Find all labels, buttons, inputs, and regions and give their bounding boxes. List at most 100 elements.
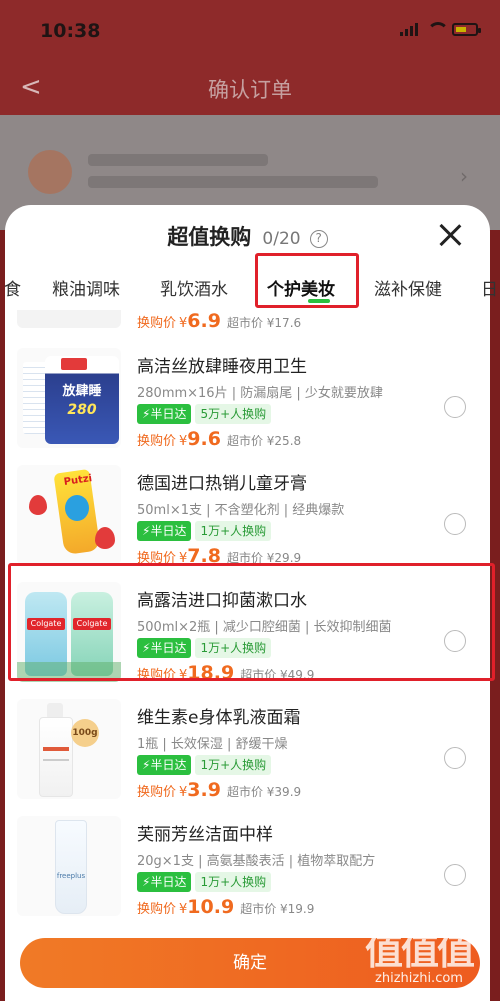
price-label: 换购价 xyxy=(137,434,177,449)
wifi-icon xyxy=(426,22,449,36)
close-icon[interactable] xyxy=(438,223,462,247)
market-price: 超市价 ¥29.9 xyxy=(226,551,302,565)
nav-bar: < 确认订单 xyxy=(0,60,500,115)
select-radio[interactable] xyxy=(444,630,466,652)
price-row: 换购价 ¥ 18.9 超市价 ¥49.9 xyxy=(137,662,314,684)
currency: ¥ xyxy=(179,668,188,683)
currency: ¥ xyxy=(179,316,188,331)
list-item[interactable]: freeplus 芙丽芳丝洁面中样 20g×1支 | 高氨基酸表活 | 植物萃取… xyxy=(0,806,500,922)
tags: ⚡半日达 1万+人换购 xyxy=(137,872,272,892)
blurred-line xyxy=(88,176,378,188)
price-label: 换购价 xyxy=(137,785,177,800)
price-row: 换购价 ¥ 9.6 超市价 ¥25.8 xyxy=(137,428,301,450)
price-row: 换购价 ¥ 3.9 超市价 ¥39.9 xyxy=(137,779,301,801)
exchange-price: 7.8 xyxy=(187,545,221,567)
status-bar: 10:38 xyxy=(0,0,500,60)
product-thumbnail: Putzi xyxy=(17,465,121,565)
price-label: 换购价 xyxy=(137,902,177,917)
exchange-price: 10.9 xyxy=(187,896,235,918)
product-spec: 280mm×16片 | 防漏扇尾 | 少女就要放肆 xyxy=(137,386,383,401)
active-tab-indicator xyxy=(308,299,330,303)
product-spec: 50ml×1支 | 不含塑化剂 | 经典爆款 xyxy=(137,503,345,518)
tab-grain-oil[interactable]: 粮油调味 xyxy=(52,275,120,300)
price-row: 换购价 ¥ 7.8 超市价 ¥29.9 xyxy=(137,545,301,567)
chevron-right-icon: › xyxy=(460,164,468,188)
market-price: 超市价 ¥39.9 xyxy=(226,785,302,799)
price-row: 换购价 ¥ 6.9 超市价 ¥17.6 xyxy=(137,310,301,332)
watermark: 值值值 zhizhizhi.com xyxy=(354,920,484,990)
price-label: 换购价 xyxy=(137,668,177,683)
popularity-tag: 1万+人换购 xyxy=(195,521,272,541)
market-price: 超市价 ¥19.9 xyxy=(240,902,315,916)
select-radio[interactable] xyxy=(444,747,466,769)
blurred-line xyxy=(88,154,268,166)
tags: ⚡半日达 1万+人换购 xyxy=(137,755,272,775)
price-row: 换购价 ¥ 10.9 超市价 ¥19.9 xyxy=(137,896,314,918)
tags: ⚡半日达 1万+人换购 xyxy=(137,638,272,658)
exchange-price: 3.9 xyxy=(187,779,221,801)
list-item[interactable]: 100g 维生素e身体乳液面霜 1瓶 | 长效保湿 | 舒缓干燥 ⚡半日达 1万… xyxy=(0,689,500,805)
product-thumbnail xyxy=(17,310,121,328)
signal-icon xyxy=(400,22,418,36)
product-name: 德国进口热销儿童牙膏 xyxy=(137,474,307,494)
delivery-tag: ⚡半日达 xyxy=(137,638,192,658)
currency: ¥ xyxy=(179,785,188,800)
tags: ⚡半日达 5万+人换购 xyxy=(137,404,272,424)
product-thumbnail: 放肆睡 280 xyxy=(17,348,121,448)
selection-count: 0/20 xyxy=(262,229,301,249)
exchange-price: 18.9 xyxy=(187,662,235,684)
product-spec: 20g×1支 | 高氨基酸表活 | 植物萃取配方 xyxy=(137,854,376,869)
select-radio[interactable] xyxy=(444,513,466,535)
sheet-title: 超值换购 0/20 ? xyxy=(5,221,490,251)
product-name: 维生素e身体乳液面霜 xyxy=(137,708,301,728)
store-logo-icon xyxy=(28,150,72,194)
product-name: 芙丽芳丝洁面中样 xyxy=(137,825,273,845)
list-item[interactable]: Colgate Colgate 高露洁进口抑菌漱口水 500ml×2瓶 | 减少… xyxy=(0,572,500,688)
battery-icon xyxy=(452,22,481,36)
product-thumbnail: Colgate Colgate xyxy=(17,582,121,682)
market-price: 超市价 ¥25.8 xyxy=(226,434,302,448)
help-icon[interactable]: ? xyxy=(309,230,328,248)
tab-drinks[interactable]: 乳饮酒水 xyxy=(160,275,228,300)
page-title: 确认订单 xyxy=(208,78,292,102)
popularity-tag: 5万+人换购 xyxy=(195,404,272,424)
delivery-tag: ⚡半日达 xyxy=(137,404,192,424)
delivery-tag: ⚡半日达 xyxy=(137,872,192,892)
tags: ⚡半日达 1万+人换购 xyxy=(137,521,272,541)
list-item[interactable]: 放肆睡 280 高洁丝放肆睡夜用卫生 280mm×16片 | 防漏扇尾 | 少女… xyxy=(0,338,500,454)
tab-food[interactable]: 食 xyxy=(4,275,21,300)
sheet-title-text: 超值换购 xyxy=(167,225,252,249)
currency: ¥ xyxy=(179,551,188,566)
exchange-price: 9.6 xyxy=(187,428,221,450)
exchange-price: 6.9 xyxy=(187,310,221,332)
popularity-tag: 1万+人换购 xyxy=(195,638,272,658)
tab-health[interactable]: 滋补保健 xyxy=(374,275,442,300)
product-name: 高洁丝放肆睡夜用卫生 xyxy=(137,357,307,377)
list-item[interactable]: Putzi 德国进口热销儿童牙膏 50ml×1支 | 不含塑化剂 | 经典爆款 … xyxy=(0,455,500,571)
popularity-tag: 1万+人换购 xyxy=(195,755,272,775)
market-price: 超市价 ¥17.6 xyxy=(226,316,302,330)
currency: ¥ xyxy=(179,434,188,449)
product-name: 高露洁进口抑菌漱口水 xyxy=(137,591,307,611)
product-spec: 1瓶 | 长效保湿 | 舒缓干燥 xyxy=(137,737,288,752)
product-spec: 500ml×2瓶 | 减少口腔细菌 | 长效抑制细菌 xyxy=(137,620,392,635)
watermark-logo: 值值值 xyxy=(364,929,475,973)
blurred-store-row: › xyxy=(28,150,468,200)
tab-daily[interactable]: 日 xyxy=(481,275,498,300)
market-price: 超市价 ¥49.9 xyxy=(240,668,315,682)
product-list: 换购价 ¥ 6.9 超市价 ¥17.6 放肆睡 280 高洁丝放肆睡夜用卫生 2… xyxy=(0,310,500,930)
delivery-tag: ⚡半日达 xyxy=(137,521,192,541)
price-label: 换购价 xyxy=(137,551,177,566)
product-thumbnail: 100g xyxy=(17,699,121,799)
select-radio[interactable] xyxy=(444,396,466,418)
status-time: 10:38 xyxy=(40,20,101,42)
delivery-tag: ⚡半日达 xyxy=(137,755,192,775)
price-label: 换购价 xyxy=(137,316,177,331)
product-thumbnail: freeplus xyxy=(17,816,121,916)
category-tabs: 食 粮油调味 乳饮酒水 个护美妆 滋补保健 日 xyxy=(0,267,500,312)
popularity-tag: 1万+人换购 xyxy=(195,872,272,892)
currency: ¥ xyxy=(179,902,188,917)
select-radio[interactable] xyxy=(444,864,466,886)
list-item-partial[interactable]: 换购价 ¥ 6.9 超市价 ¥17.6 xyxy=(0,310,500,336)
tab-personal-care[interactable]: 个护美妆 xyxy=(267,275,335,300)
